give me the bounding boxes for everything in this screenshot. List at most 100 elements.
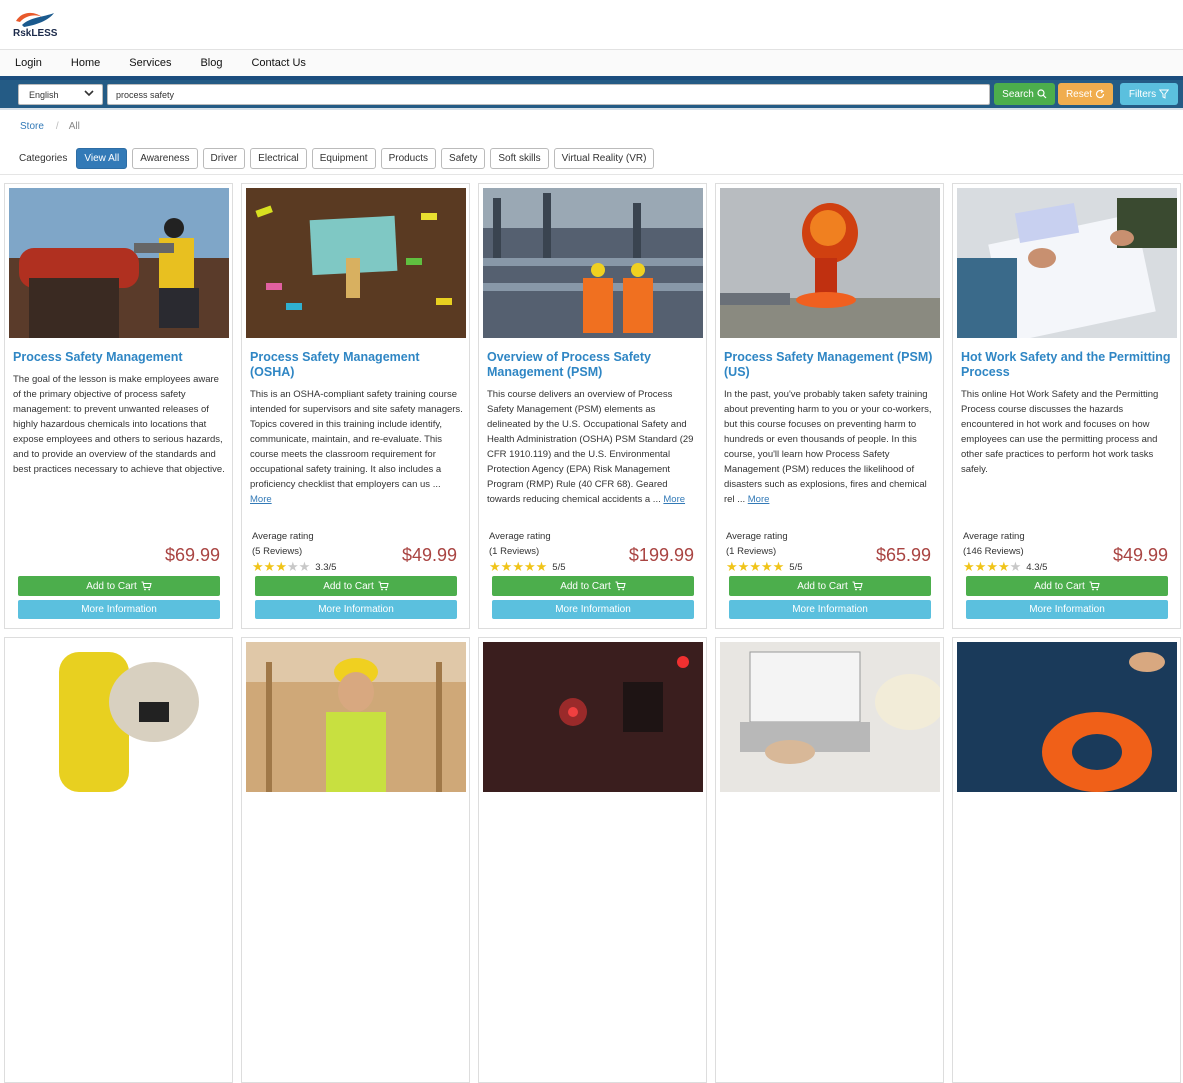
nav-services[interactable]: Services	[129, 57, 171, 69]
course-thumbnail[interactable]	[957, 642, 1177, 792]
course-title[interactable]: Process Safety Management (PSM) (US)	[724, 350, 936, 380]
filter-icon	[1159, 89, 1170, 99]
product-card: Overview of Process Safety Management (P…	[478, 183, 707, 629]
nav-login[interactable]: Login	[15, 57, 42, 69]
more-information-button[interactable]: More Information	[729, 600, 931, 619]
average-rating-label: Average rating	[963, 531, 1025, 542]
course-title[interactable]: Hot Work Safety and the Permitting Proce…	[961, 350, 1173, 380]
star-icon: ★	[997, 559, 1010, 574]
search-button[interactable]: Search	[994, 83, 1055, 105]
star-icon: ★	[963, 559, 975, 574]
cart-icon	[1089, 581, 1100, 591]
rating-score: 4.3/5	[1026, 561, 1048, 573]
course-description-text: In the past, you've probably taken safet…	[724, 389, 932, 505]
fire-explosion-image	[720, 188, 940, 338]
add-to-cart-button[interactable]: Add to Cart	[966, 576, 1168, 596]
category-products[interactable]: Products	[380, 147, 437, 169]
add-to-cart-button[interactable]: Add to Cart	[18, 576, 220, 596]
cart-icon	[141, 581, 152, 591]
course-thumbnail[interactable]	[957, 188, 1177, 338]
star-icon: ★	[523, 559, 536, 574]
main-nav: Login Home Services Blog Contact Us	[0, 50, 1183, 80]
construction-worker-image	[246, 642, 466, 792]
nav-home[interactable]: Home	[71, 57, 100, 69]
laser-lab-image	[483, 642, 703, 792]
product-card: Process Safety Management (OSHA) This is…	[241, 183, 470, 629]
more-information-button[interactable]: More Information	[18, 600, 220, 619]
more-link[interactable]: More	[748, 494, 770, 505]
review-count: (1 Reviews)	[726, 546, 777, 557]
cart-icon	[615, 581, 626, 591]
course-description-text: This online Hot Work Safety and the Perm…	[961, 389, 1159, 475]
more-link[interactable]: More	[663, 494, 685, 505]
course-title[interactable]: Overview of Process Safety Management (P…	[487, 350, 699, 380]
brand-logo[interactable]: RskLESS	[12, 9, 64, 41]
industrial-worker-image	[9, 188, 229, 338]
course-thumbnail[interactable]	[483, 188, 703, 338]
breadcrumb-separator: /	[55, 120, 59, 132]
course-thumbnail[interactable]	[720, 642, 940, 792]
logo-swoosh-icon	[16, 12, 54, 27]
category-soft-skills[interactable]: Soft skills	[490, 147, 549, 169]
categories-label: Categories	[19, 152, 68, 164]
add-to-cart-button[interactable]: Add to Cart	[492, 576, 694, 596]
star-rating: ★ ★ ★ ★ ★ 4.3/5	[963, 559, 1048, 574]
breadcrumb-store[interactable]: Store	[20, 121, 44, 132]
add-to-cart-button[interactable]: Add to Cart	[729, 576, 931, 596]
top-bar: RskLESS	[0, 0, 1183, 50]
course-thumbnail[interactable]	[246, 642, 466, 792]
course-thumbnail[interactable]	[9, 642, 229, 792]
course-description-text: This is an OSHA-compliant safety trainin…	[250, 389, 463, 490]
star-icon: ★	[298, 559, 311, 574]
category-electrical[interactable]: Electrical	[250, 147, 307, 169]
product-card: Hot Work Safety and the Permitting Proce…	[952, 183, 1181, 629]
average-rating-label: Average rating	[726, 531, 788, 542]
search-input[interactable]: process safety	[107, 84, 990, 105]
search-button-label: Search	[1002, 88, 1034, 100]
star-icon: ★	[500, 559, 513, 574]
more-information-button[interactable]: More Information	[966, 600, 1168, 619]
cart-icon	[378, 581, 389, 591]
course-thumbnail[interactable]	[246, 188, 466, 338]
category-awareness[interactable]: Awareness	[132, 147, 198, 169]
refresh-icon	[1095, 89, 1105, 99]
paperwork-permit-image	[957, 188, 1177, 338]
star-icon: ★	[263, 559, 276, 574]
category-virtual-reality[interactable]: Virtual Reality (VR)	[553, 147, 655, 169]
more-information-button[interactable]: More Information	[492, 600, 694, 619]
course-description: This is an OSHA-compliant safety trainin…	[250, 387, 464, 507]
life-ring-image	[957, 642, 1177, 792]
star-icon: ★	[974, 559, 987, 574]
filters-button-label: Filters	[1128, 88, 1157, 100]
course-description: This online Hot Work Safety and the Perm…	[961, 387, 1175, 477]
language-select[interactable]: English	[18, 84, 103, 105]
laptop-hardhat-image	[720, 642, 940, 792]
refinery-workers-image	[483, 188, 703, 338]
product-card	[952, 637, 1181, 1083]
category-equipment[interactable]: Equipment	[311, 147, 376, 169]
add-to-cart-button[interactable]: Add to Cart	[255, 576, 457, 596]
reset-button[interactable]: Reset	[1058, 83, 1113, 105]
course-description: The goal of the lesson is make employees…	[13, 372, 227, 477]
average-rating-label: Average rating	[489, 531, 551, 542]
category-view-all[interactable]: View All	[76, 147, 128, 169]
more-link[interactable]: More	[250, 494, 272, 505]
nav-blog[interactable]: Blog	[200, 57, 222, 69]
course-description: This course delivers an overview of Proc…	[487, 387, 701, 507]
chevron-down-icon	[84, 90, 94, 97]
more-information-button[interactable]: More Information	[255, 600, 457, 619]
nav-contact-us[interactable]: Contact Us	[251, 57, 305, 69]
course-thumbnail[interactable]	[483, 642, 703, 792]
category-safety[interactable]: Safety	[441, 147, 486, 169]
filters-button[interactable]: Filters	[1120, 83, 1178, 105]
course-title[interactable]: Process Safety Management (OSHA)	[250, 350, 462, 380]
course-thumbnail[interactable]	[720, 188, 940, 338]
star-rating: ★ ★ ★ ★ ★ 5/5	[489, 559, 566, 574]
rating-score: 5/5	[552, 561, 566, 573]
star-icon: ★	[489, 559, 501, 574]
course-title[interactable]: Process Safety Management	[13, 350, 225, 365]
review-count: (5 Reviews)	[252, 546, 303, 557]
course-price: $69.99	[164, 545, 220, 565]
course-thumbnail[interactable]	[9, 188, 229, 338]
category-driver[interactable]: Driver	[202, 147, 246, 169]
